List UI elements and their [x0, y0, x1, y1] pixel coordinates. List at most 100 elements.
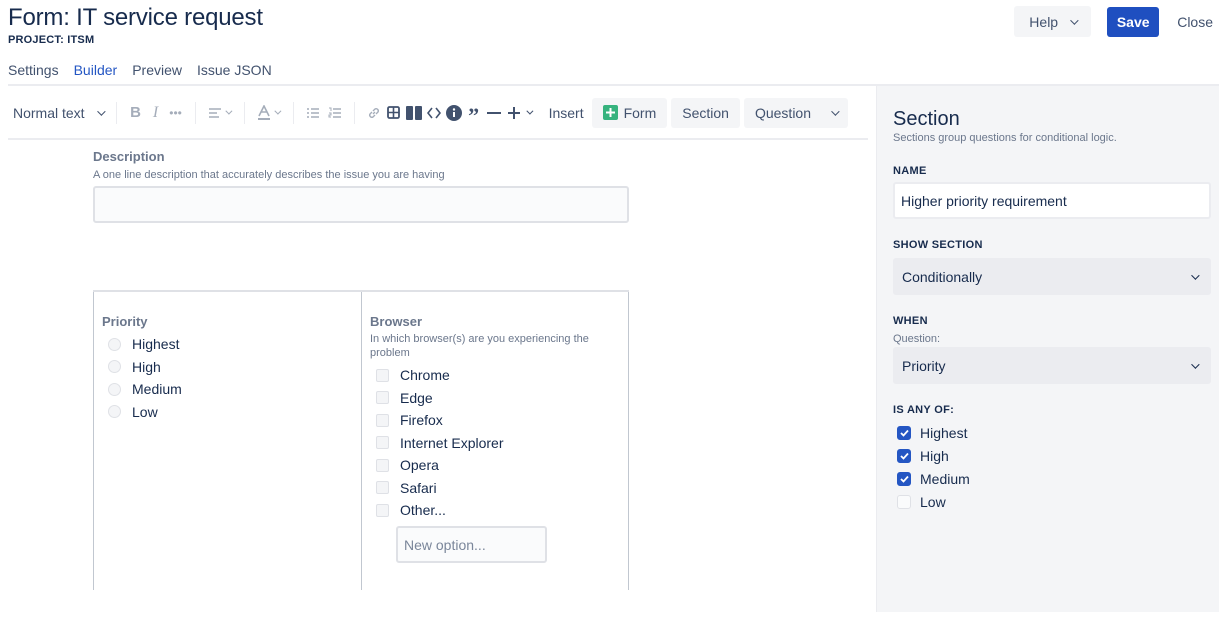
browser-option-label: Chrome [400, 367, 450, 384]
help-button[interactable]: Help [1014, 6, 1092, 37]
priority-option-label: Highest [132, 336, 180, 353]
checkbox[interactable] [376, 458, 389, 472]
browser-option-label: Internet Explorer [400, 434, 504, 451]
question-select-value: Priority [902, 357, 946, 374]
browser-option[interactable]: Internet Explorer [370, 432, 620, 455]
text-style-label: Normal text [13, 104, 85, 121]
checkbox-checked[interactable] [897, 449, 911, 464]
check-icon [899, 430, 909, 438]
code-icon[interactable] [424, 103, 444, 123]
condition-option[interactable]: Highest [897, 422, 970, 445]
browser-option[interactable]: Firefox [370, 409, 620, 432]
condition-option-label: Low [920, 493, 946, 510]
info-icon[interactable] [444, 103, 464, 123]
layout-column-browser[interactable]: Browser In which browser(s) are you expe… [361, 292, 629, 590]
checkbox[interactable] [376, 481, 389, 495]
page-title: Form: IT service request [8, 4, 263, 31]
browser-option[interactable]: Chrome [370, 364, 620, 387]
radio-button[interactable] [108, 405, 121, 419]
section-button[interactable]: Section [671, 97, 740, 128]
form-label: Form [623, 104, 657, 121]
condition-option[interactable]: Medium [897, 468, 970, 491]
header-actions: Help Save Close [1014, 6, 1215, 37]
priority-option[interactable]: Highest [102, 333, 353, 356]
table-icon[interactable] [384, 103, 404, 123]
divider-icon[interactable] [484, 103, 504, 123]
new-option-input[interactable]: New option... [396, 525, 547, 563]
bullet-list-icon[interactable] [303, 103, 323, 123]
toolbar-separator [115, 101, 117, 124]
numbered-list-icon[interactable] [325, 103, 345, 123]
browser-option-label: Other... [400, 502, 446, 519]
checkbox[interactable] [376, 503, 389, 517]
checkbox[interactable] [376, 413, 389, 427]
text-style-dropdown[interactable]: Normal text [8, 98, 107, 128]
description-title: Description [93, 149, 165, 164]
tab-bar: Settings Builder Preview Issue JSON [8, 62, 272, 86]
chevron-down-icon[interactable] [224, 107, 233, 115]
browser-title: Browser [370, 314, 423, 329]
browser-option-label: Opera [400, 457, 439, 474]
browser-option[interactable]: Safari [370, 477, 620, 500]
show-section-value: Conditionally [902, 268, 983, 285]
checkbox[interactable] [376, 436, 389, 450]
priority-option[interactable]: High [102, 356, 353, 379]
radio-button[interactable] [108, 360, 121, 374]
priority-option-label: Medium [132, 381, 182, 398]
chevron-down-icon [1191, 270, 1200, 280]
checkbox-checked[interactable] [897, 426, 911, 441]
show-section-select[interactable]: Conditionally [893, 258, 1211, 295]
tab-preview[interactable]: Preview [132, 62, 182, 86]
browser-option[interactable]: Other... [370, 499, 620, 522]
chevron-down-icon[interactable] [525, 107, 534, 115]
description-help: A one line description that accurately d… [93, 169, 445, 181]
align-icon[interactable] [205, 103, 225, 123]
priority-option[interactable]: Medium [102, 378, 353, 401]
description-input[interactable] [93, 186, 629, 223]
checkbox[interactable] [376, 391, 389, 405]
tab-builder[interactable]: Builder [73, 62, 118, 86]
text-color-icon[interactable] [254, 103, 274, 123]
tab-issue-json[interactable]: Issue JSON [197, 62, 272, 86]
more-formatting-icon[interactable]: ••• [166, 103, 186, 123]
browser-help: In which browser(s) are you experiencing… [370, 333, 589, 359]
chevron-down-icon[interactable] [273, 107, 282, 115]
insert-label: Insert [548, 104, 584, 121]
when-label: WHEN [893, 315, 928, 327]
layout-table: Priority Highest High Medium Low Browser… [93, 290, 629, 590]
browser-option[interactable]: Opera [370, 454, 620, 477]
save-button[interactable]: Save [1107, 6, 1160, 37]
close-button[interactable]: Close [1175, 14, 1215, 30]
question-select[interactable]: Priority [893, 347, 1211, 384]
form-plus-icon [602, 105, 618, 120]
insert-button[interactable]: Insert [545, 98, 588, 128]
toolbar-separator [243, 101, 245, 124]
quote-icon[interactable]: ” [464, 103, 484, 126]
checkbox[interactable] [376, 368, 389, 382]
question-dropdown[interactable]: Question [743, 97, 848, 128]
browser-option[interactable]: Edge [370, 387, 620, 410]
checkbox-checked[interactable] [897, 471, 911, 486]
condition-option[interactable]: Low [897, 490, 970, 513]
priority-title: Priority [102, 314, 148, 329]
layout-icon[interactable] [404, 103, 424, 123]
tab-settings[interactable]: Settings [8, 62, 59, 86]
bold-icon[interactable]: B [126, 103, 146, 123]
check-icon [899, 475, 909, 483]
toolbar-separator [194, 101, 196, 124]
link-icon[interactable] [364, 103, 384, 123]
condition-options: Highest High Medium Low [897, 422, 970, 513]
radio-button[interactable] [108, 382, 121, 396]
section-name-input[interactable]: Higher priority requirement [893, 182, 1211, 219]
name-label: NAME [893, 165, 927, 177]
layout-column-priority[interactable]: Priority Highest High Medium Low [93, 292, 361, 590]
condition-option[interactable]: High [897, 445, 970, 468]
priority-option[interactable]: Low [102, 401, 353, 424]
section-properties-panel: Section Sections group questions for con… [876, 86, 1219, 612]
checkbox-unchecked[interactable] [897, 494, 911, 509]
plus-icon[interactable] [504, 103, 524, 123]
form-button[interactable]: Form [591, 97, 668, 128]
radio-button[interactable] [108, 337, 121, 351]
italic-icon[interactable]: I [146, 103, 166, 123]
question-label: Question [754, 104, 812, 121]
